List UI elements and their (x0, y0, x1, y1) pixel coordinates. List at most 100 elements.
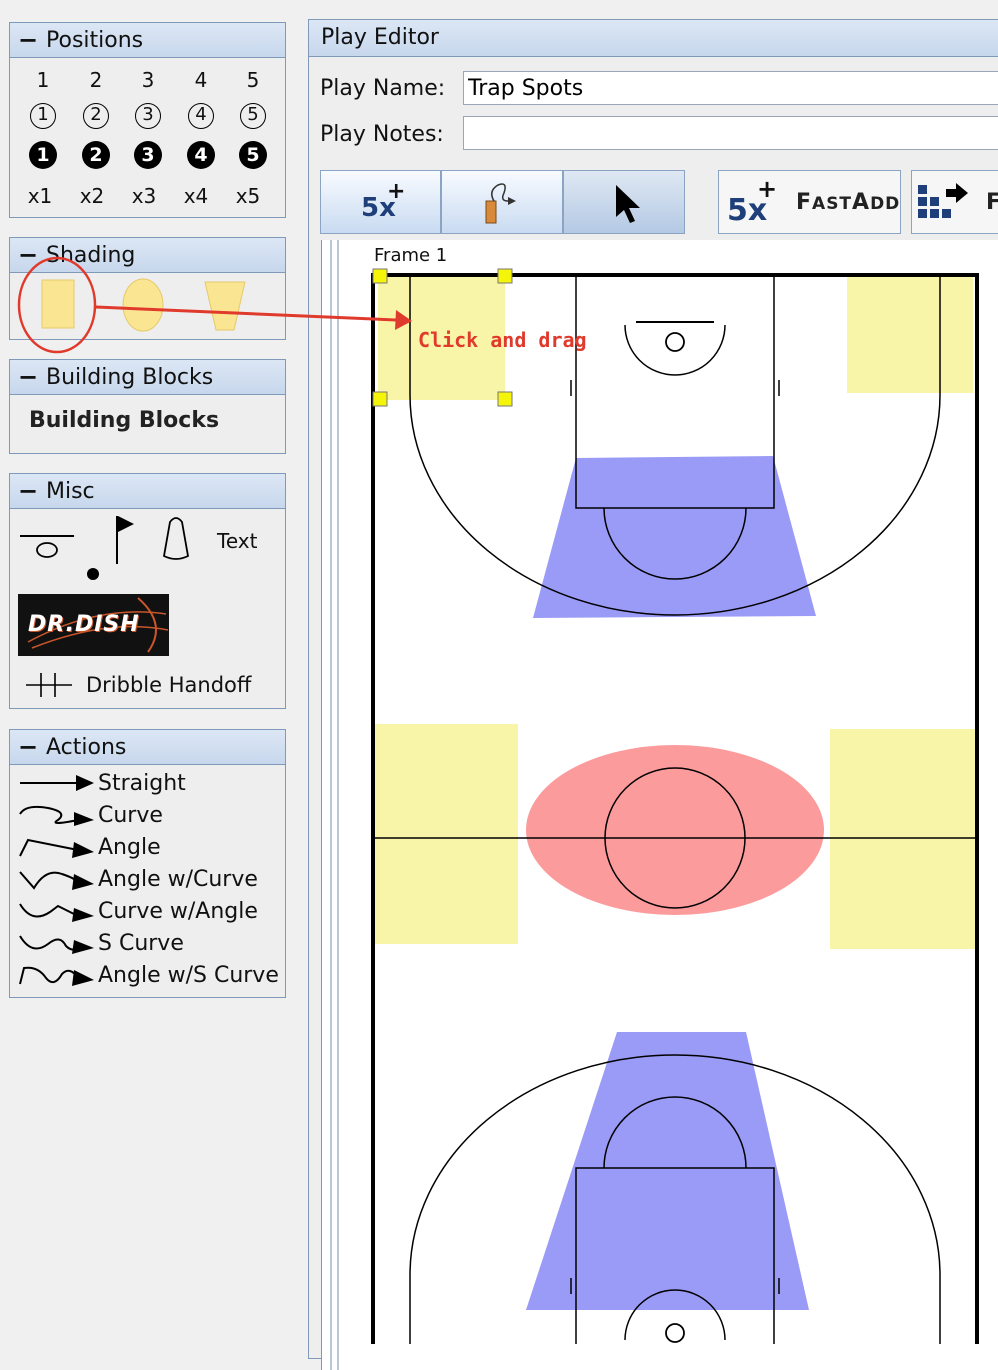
dribble-tool-button[interactable] (441, 170, 563, 234)
formation-grid-icon (918, 183, 968, 218)
play-notes-input[interactable] (463, 116, 998, 150)
position-1[interactable]: 1 (28, 65, 58, 95)
building-blocks-panel: − Building Blocks Building Blocks (9, 359, 286, 454)
defender-x5[interactable]: x5 (230, 181, 266, 211)
shading-header[interactable]: − Shading (10, 238, 285, 273)
handoff-icon (26, 673, 72, 697)
plus-icon: + (387, 179, 406, 204)
cone-icon[interactable] (162, 517, 190, 560)
fast-add-button[interactable]: 5x + FASTADD (718, 170, 901, 234)
canvas-left-rule (337, 240, 339, 1370)
cursor-arrow-icon (616, 185, 640, 223)
action-label: S Curve (98, 930, 184, 956)
dribble-handoff-tool[interactable]: Dribble Handoff (22, 670, 251, 700)
defender-x1[interactable]: x1 (22, 181, 58, 211)
shading-panel: − Shading (9, 237, 286, 340)
action-s-curve[interactable]: S Curve (18, 928, 184, 958)
building-blocks-header[interactable]: − Building Blocks (10, 360, 285, 395)
s-curve-arrow-icon (19, 935, 94, 954)
frame-label: Frame 1 (374, 245, 448, 266)
position-5[interactable]: 5 (238, 65, 268, 95)
angle-curve-arrow-icon (19, 871, 94, 890)
position-4[interactable]: 4 (186, 65, 216, 95)
logo-text: DR.DISH (28, 612, 140, 637)
defense-player-5[interactable]: 5 (239, 141, 267, 169)
basket-icon[interactable] (20, 535, 74, 558)
fast-add-label: FASTADD (796, 190, 900, 215)
positions-header[interactable]: − Positions (10, 23, 285, 58)
action-label: Straight (98, 770, 186, 796)
plus-icon: + (757, 175, 778, 203)
action-label: Angle (98, 834, 161, 860)
play-name-label: Play Name: (320, 76, 446, 101)
curve-arrow-icon (19, 805, 94, 826)
collapse-icon[interactable]: − (10, 241, 46, 269)
positions-title: Positions (46, 27, 144, 53)
straight-arrow-icon (20, 775, 94, 791)
misc-header[interactable]: − Misc (10, 474, 285, 509)
shading-ellipse[interactable] (122, 278, 164, 332)
defender-x4[interactable]: x4 (178, 181, 214, 211)
curve-angle-arrow-icon (19, 903, 94, 922)
collapse-icon[interactable]: − (10, 733, 46, 761)
position-outlined-row: 1 2 3 4 5 (10, 103, 285, 139)
text-tool[interactable]: Text (217, 529, 257, 553)
dribble-handoff-label: Dribble Handoff (86, 673, 252, 697)
formation-button[interactable]: F (911, 170, 998, 234)
ball-icon[interactable] (87, 568, 99, 580)
action-angle-w-curve[interactable]: Angle w/Curve (18, 864, 258, 894)
offense-player-5[interactable]: 5 (240, 103, 266, 129)
action-angle[interactable]: Angle (18, 832, 161, 862)
defense-player-4[interactable]: 4 (187, 141, 215, 169)
action-curve-w-angle[interactable]: Curve w/Angle (18, 896, 258, 926)
action-angle-w-s-curve[interactable]: Angle w/S Curve (18, 960, 279, 990)
angle-s-curve-arrow-icon (19, 966, 94, 986)
play-editor-title: Play Editor (309, 20, 998, 57)
action-curve[interactable]: Curve (18, 800, 163, 830)
fast-add-letter: AST (812, 194, 853, 214)
play-name-input[interactable] (463, 71, 998, 105)
position-numbers-row: 1 2 3 4 5 (10, 65, 285, 101)
actions-title: Actions (46, 734, 127, 760)
collapse-icon[interactable]: − (10, 363, 46, 391)
action-label: Angle w/Curve (98, 866, 258, 892)
action-label: Curve w/Angle (98, 898, 258, 924)
defense-player-3[interactable]: 3 (134, 141, 162, 169)
action-straight[interactable]: Straight (18, 768, 186, 798)
position-2[interactable]: 2 (81, 65, 111, 95)
defense-player-1[interactable]: 1 (29, 141, 57, 169)
collapse-icon[interactable]: − (10, 26, 46, 54)
fast-add-letter: A (852, 190, 871, 215)
misc-title: Misc (46, 478, 95, 504)
position-filled-row: 1 2 3 4 5 (10, 141, 285, 177)
canvas-left-rule (330, 240, 332, 1370)
add-five-players-button[interactable]: 5x + (320, 170, 441, 234)
play-editor-panel: Play Editor Play Name: Play Notes: 5x + … (308, 19, 998, 1370)
offense-player-1[interactable]: 1 (30, 103, 56, 129)
collapse-icon[interactable]: − (10, 477, 46, 505)
actions-header[interactable]: − Actions (10, 730, 285, 765)
building-blocks-title: Building Blocks (46, 364, 214, 390)
play-canvas[interactable]: Frame 1 (321, 240, 998, 1370)
click-and-drag-annotation: Click and drag (418, 328, 587, 352)
shading-title: Shading (46, 242, 136, 268)
select-tool-button[interactable] (563, 170, 685, 234)
defense-player-2[interactable]: 2 (82, 141, 110, 169)
shading-rectangle[interactable] (41, 279, 75, 329)
offense-player-2[interactable]: 2 (83, 103, 109, 129)
dr-dish-logo[interactable]: DR.DISH (18, 594, 169, 656)
actions-panel: − Actions Straight Curve Angle Angle w/C… (9, 729, 286, 998)
formation-label: F (986, 190, 998, 215)
misc-panel: − Misc Text DR.DISH Dribble Handoff (9, 473, 286, 709)
building-blocks-item[interactable]: Building Blocks (29, 408, 219, 433)
dribble-tool-icon (485, 183, 516, 224)
shading-trapezoid[interactable] (204, 281, 246, 331)
defender-x2[interactable]: x2 (74, 181, 110, 211)
offense-player-3[interactable]: 3 (135, 103, 161, 129)
positions-panel: − Positions 1 2 3 4 5 1 2 3 4 5 1 2 3 4 … (9, 22, 286, 218)
position-3[interactable]: 3 (133, 65, 163, 95)
action-label: Curve (98, 802, 163, 828)
defender-x3[interactable]: x3 (126, 181, 162, 211)
flag-icon[interactable] (116, 516, 134, 564)
offense-player-4[interactable]: 4 (188, 103, 214, 129)
